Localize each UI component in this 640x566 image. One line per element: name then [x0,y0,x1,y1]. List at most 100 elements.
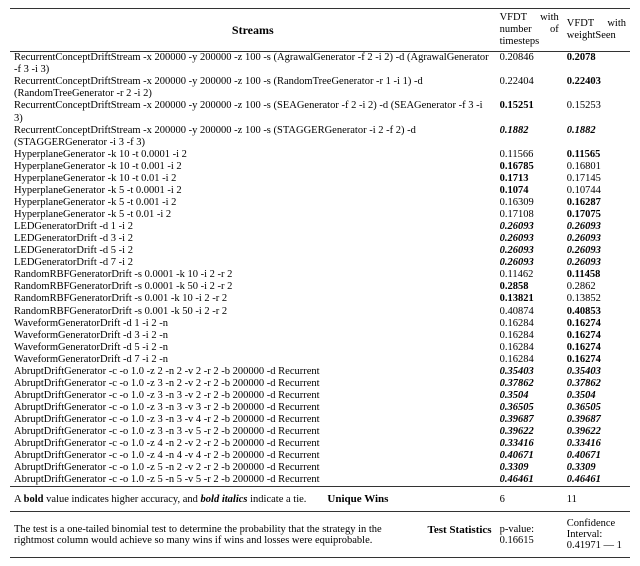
stream-cell: LEDGeneratorDrift -d 5 -i 2 [10,245,496,257]
stream-cell: AbruptDriftGenerator -c -o 1.0 -z 4 -n 2… [10,438,496,450]
value-timesteps: 0.26093 [496,221,563,233]
table-row: LEDGeneratorDrift -d 5 -i 20.260930.2609… [10,245,630,257]
table-row: WaveformGeneratorDrift -d 1 -i 2 -n0.162… [10,318,630,330]
table-row: AbruptDriftGenerator -c -o 1.0 -z 3 -n 2… [10,378,630,390]
value-timesteps: 0.16785 [496,161,563,173]
stream-cell: HyperplaneGenerator -k 5 -t 0.01 -i 2 [10,209,496,221]
table-row: HyperplaneGenerator -k 10 -t 0.001 -i 20… [10,161,630,173]
col-streams: Streams [10,9,496,52]
stream-cell: HyperplaneGenerator -k 10 -t 0.01 -i 2 [10,173,496,185]
stream-cell: AbruptDriftGenerator -c -o 1.0 -z 4 -n 4… [10,450,496,462]
table-row: WaveformGeneratorDrift -d 7 -i 2 -n0.162… [10,354,630,366]
value-timesteps: 0.46461 [496,474,563,487]
value-timesteps: 0.13821 [496,293,563,305]
table-row: AbruptDriftGenerator -c -o 1.0 -z 2 -n 2… [10,366,630,378]
value-weightseen: 0.16287 [563,197,630,209]
table-row: AbruptDriftGenerator -c -o 1.0 -z 4 -n 4… [10,450,630,462]
stream-cell: WaveformGeneratorDrift -d 7 -i 2 -n [10,354,496,366]
stream-cell: AbruptDriftGenerator -c -o 1.0 -z 5 -n 2… [10,462,496,474]
table-row: RandomRBFGeneratorDrift -s 0.0001 -k 50 … [10,281,630,293]
stream-cell: RecurrentConceptDriftStream -x 200000 -y… [10,100,496,124]
stream-cell: HyperplaneGenerator -k 10 -t 0.0001 -i 2 [10,149,496,161]
table-row: LEDGeneratorDrift -d 1 -i 20.260930.2609… [10,221,630,233]
stream-cell: WaveformGeneratorDrift -d 3 -i 2 -n [10,330,496,342]
table-row: HyperplaneGenerator -k 10 -t 0.0001 -i 2… [10,149,630,161]
table-row: AbruptDriftGenerator -c -o 1.0 -z 3 -n 3… [10,390,630,402]
footer-unique-wins: A bold value indicates higher accuracy, … [10,487,630,512]
stream-cell: LEDGeneratorDrift -d 3 -i 2 [10,233,496,245]
table-row: HyperplaneGenerator -k 5 -t 0.01 -i 20.1… [10,209,630,221]
table-row: HyperplaneGenerator -k 5 -t 0.001 -i 20.… [10,197,630,209]
value-weightseen: 0.1882 [563,125,630,149]
value-timesteps: 0.36505 [496,402,563,414]
stream-cell: WaveformGeneratorDrift -d 5 -i 2 -n [10,342,496,354]
table-row: HyperplaneGenerator -k 5 -t 0.0001 -i 2 0… [10,185,630,197]
value-weightseen: 0.10744 [563,185,630,197]
table-row: AbruptDriftGenerator -c -o 1.0 -z 5 -n 5… [10,474,630,487]
value-weightseen: 0.22403 [563,76,630,100]
value-weightseen: 0.39622 [563,426,630,438]
value-weightseen: 0.35403 [563,366,630,378]
stream-cell: AbruptDriftGenerator -c -o 1.0 -z 3 -n 3… [10,390,496,402]
table-row: WaveformGeneratorDrift -d 5 -i 2 -n0.162… [10,342,630,354]
table-row: AbruptDriftGenerator -c -o 1.0 -z 3 -n 3… [10,414,630,426]
value-timesteps: 0.26093 [496,257,563,269]
col-vfdt-weightseen: VFDT with weight­Seen [563,9,630,52]
value-timesteps: 0.39622 [496,426,563,438]
stream-cell: HyperplaneGenerator -k 5 -t 0.0001 -i 2 [10,185,496,197]
value-timesteps: 0.17108 [496,209,563,221]
stream-cell: RandomRBFGeneratorDrift -s 0.001 -k 50 -… [10,306,496,318]
table-row: RecurrentConceptDriftStream -x 200000 -y… [10,76,630,100]
stream-cell: RandomRBFGeneratorDrift -s 0.0001 -k 50 … [10,281,496,293]
value-weightseen: 0.16274 [563,354,630,366]
value-timesteps: 0.11566 [496,149,563,161]
table-row: LEDGeneratorDrift -d 3 -i 20.260930.2609… [10,233,630,245]
test-stat-col1: p-value: 0.16615 [496,512,563,558]
value-weightseen: 0.11565 [563,149,630,161]
stream-cell: LEDGeneratorDrift -d 1 -i 2 [10,221,496,233]
value-timesteps: 0.3309 [496,462,563,474]
table-row: AbruptDriftGenerator -c -o 1.0 -z 5 -n 2… [10,462,630,474]
value-weightseen: 0.40671 [563,450,630,462]
table-row: HyperplaneGenerator -k 10 -t 0.01 -i 20.… [10,173,630,185]
header-row: Streams VFDT with num­ber of timesteps V… [10,9,630,52]
stream-cell: AbruptDriftGenerator -c -o 1.0 -z 5 -n 5… [10,474,496,487]
stream-cell: RandomRBFGeneratorDrift -s 0.001 -k 10 -… [10,293,496,305]
value-weightseen: 0.40853 [563,306,630,318]
value-timesteps: 0.40874 [496,306,563,318]
value-timesteps: 0.40671 [496,450,563,462]
value-weightseen: 0.2862 [563,281,630,293]
value-weightseen: 0.16801 [563,161,630,173]
table-row: RandomRBFGeneratorDrift -s 0.001 -k 50 -… [10,306,630,318]
stream-cell: RecurrentConceptDriftStream -x 200000 -y… [10,76,496,100]
table-row: AbruptDriftGenerator -c -o 1.0 -z 3 -n 3… [10,426,630,438]
value-timesteps: 0.16309 [496,197,563,209]
value-weightseen: 0.16274 [563,330,630,342]
value-weightseen: 0.13852 [563,293,630,305]
table-row: RandomRBFGeneratorDrift -s 0.0001 -k 10 … [10,269,630,281]
value-weightseen: 0.26093 [563,245,630,257]
value-weightseen: 0.3504 [563,390,630,402]
stream-cell: HyperplaneGenerator -k 5 -t 0.001 -i 2 [10,197,496,209]
value-timesteps: 0.33416 [496,438,563,450]
table-row: RecurrentConceptDriftStream -x 200000 -y… [10,125,630,149]
value-timesteps: 0.16284 [496,354,563,366]
value-weightseen: 0.15253 [563,100,630,124]
value-timesteps: 0.35403 [496,366,563,378]
test-stat-col2: Confi­dence Interval: 0.41971 — 1 [563,512,630,558]
stream-cell: RecurrentConceptDriftStream -x 200000 -y… [10,125,496,149]
value-weightseen: 0.2078 [563,52,630,77]
value-timesteps: 0.26093 [496,233,563,245]
value-timesteps: 0.37862 [496,378,563,390]
value-timesteps: 0.16284 [496,342,563,354]
stream-cell: AbruptDriftGenerator -c -o 1.0 -z 3 -n 2… [10,378,496,390]
stream-cell: AbruptDriftGenerator -c -o 1.0 -z 3 -n 3… [10,414,496,426]
value-weightseen: 0.11458 [563,269,630,281]
value-weightseen: 0.33416 [563,438,630,450]
value-timesteps: 0.20846 [496,52,563,77]
value-timesteps: 0.15251 [496,100,563,124]
table-row: LEDGeneratorDrift -d 7 -i 20.260930.2609… [10,257,630,269]
table-row: AbruptDriftGenerator -c -o 1.0 -z 4 -n 2… [10,438,630,450]
value-timesteps: 0.2858 [496,281,563,293]
value-weightseen: 0.16274 [563,318,630,330]
